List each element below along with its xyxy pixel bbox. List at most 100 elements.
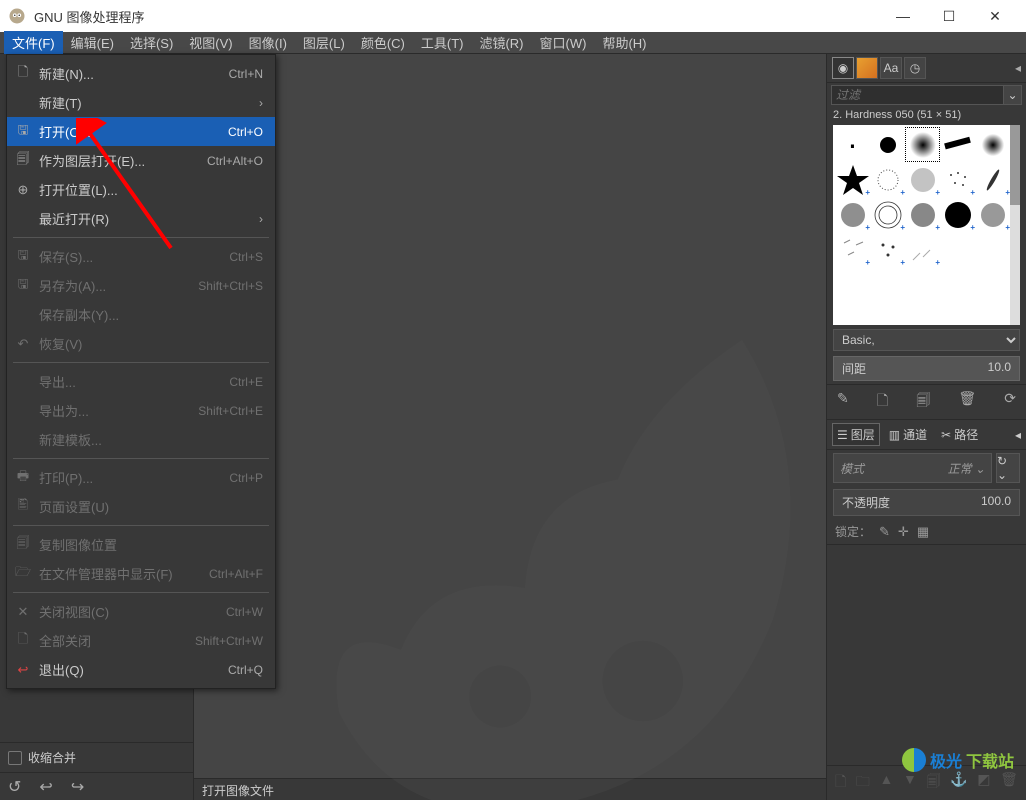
watermark-logo-icon	[902, 748, 926, 772]
menu-item-template[interactable]: 新建模板...	[7, 425, 275, 454]
new-layer-icon[interactable]: 🗋	[835, 771, 846, 795]
minimize-button[interactable]: —	[880, 0, 926, 32]
mask-icon[interactable]: ◩	[977, 771, 990, 795]
watermark-text-2: 下载站	[966, 748, 1014, 772]
lock-paint-icon[interactable]: ✎	[879, 524, 890, 540]
close-view-icon: ✕	[15, 604, 31, 620]
print-icon: 🖶	[15, 470, 31, 486]
window-title: GNU 图像处理程序	[34, 7, 145, 26]
close-all-icon: 🗋	[15, 633, 31, 649]
duplicate-brush-icon[interactable]: 🗐	[916, 390, 930, 414]
menu-file[interactable]: 文件(F)	[4, 31, 63, 54]
close-button[interactable]: ✕	[972, 0, 1018, 32]
reset-icon[interactable]: ↺	[8, 777, 21, 797]
canvas-area: 打开图像文件	[194, 54, 826, 800]
menu-layer[interactable]: 图层(L)	[295, 31, 353, 54]
merge-layer-icon[interactable]: ⚓	[950, 771, 967, 795]
opacity-label: 不透明度	[842, 494, 890, 511]
menu-filters[interactable]: 滤镜(R)	[471, 31, 531, 54]
new-file-icon: 🗋	[15, 66, 31, 82]
paths-tab[interactable]: ✂路径	[936, 423, 983, 446]
menu-separator	[13, 362, 269, 363]
fonts-tab[interactable]: Aa	[880, 57, 902, 79]
opacity-field[interactable]: 不透明度 100.0	[833, 489, 1020, 516]
menu-item-create[interactable]: 新建(T)›	[7, 88, 275, 117]
menu-item-export[interactable]: 导出...Ctrl+E	[7, 367, 275, 396]
menu-item-export-as[interactable]: 导出为...Shift+Ctrl+E	[7, 396, 275, 425]
new-brush-icon[interactable]: 🗋	[877, 390, 888, 414]
lock-move-icon[interactable]: ✛	[898, 524, 909, 540]
menu-item-close-view[interactable]: ✕关闭视图(C)Ctrl+W	[7, 597, 275, 626]
mode-reset-button[interactable]: ↻ ⌄	[996, 453, 1020, 483]
lock-alpha-icon[interactable]: ▦	[917, 524, 929, 540]
layers-tab[interactable]: ☰图层	[832, 423, 880, 446]
menu-view[interactable]: 视图(V)	[181, 31, 240, 54]
menu-item-save-as[interactable]: 🖫另存为(A)...Shift+Ctrl+S	[7, 271, 275, 300]
channels-tab[interactable]: ▥通道	[884, 423, 932, 446]
duplicate-layer-icon[interactable]: 🗐	[927, 771, 941, 795]
submenu-arrow-icon: ›	[259, 96, 263, 110]
open-as-layer-icon: 🗐	[15, 153, 31, 169]
menu-separator	[13, 458, 269, 459]
menu-item-open-location[interactable]: ⊕打开位置(L)...	[7, 175, 275, 204]
menu-item-recent[interactable]: 最近打开(R)›	[7, 204, 275, 233]
copy-location-icon: 🗐	[15, 537, 31, 553]
lower-layer-icon[interactable]: ▼	[903, 771, 917, 795]
filter-dropdown-icon[interactable]: ⌄	[1004, 85, 1022, 105]
watermark: 极光下载站	[902, 748, 1014, 772]
menu-item-save-copy[interactable]: 保存副本(Y)...	[7, 300, 275, 329]
menu-item-page-setup[interactable]: 🖺页面设置(U)	[7, 492, 275, 521]
menubar: 文件(F) 编辑(E) 选择(S) 视图(V) 图像(I) 图层(L) 颜色(C…	[0, 32, 1026, 54]
menu-edit[interactable]: 编辑(E)	[63, 31, 122, 54]
blend-mode-select[interactable]: 模式 正常 ⌄	[833, 453, 992, 483]
panel-menu-icon[interactable]: ◂	[1015, 61, 1021, 75]
menu-item-open-as-layer[interactable]: 🗐作为图层打开(E)...Ctrl+Alt+O	[7, 146, 275, 175]
show-in-fm-icon: 🗁	[15, 566, 31, 582]
new-group-icon[interactable]: 🗀	[856, 771, 870, 795]
shrink-merge-checkbox[interactable]	[8, 751, 22, 765]
menu-color[interactable]: 颜色(C)	[353, 31, 413, 54]
undo-icon[interactable]: ↩	[39, 777, 52, 797]
history-tab[interactable]: ◷	[904, 57, 926, 79]
spacing-field[interactable]: 间距 10.0	[833, 356, 1020, 381]
delete-brush-icon[interactable]: 🗑	[958, 390, 976, 414]
save-as-icon: 🖫	[15, 278, 31, 294]
menu-item-open[interactable]: 🖫打开(O)...Ctrl+O	[7, 117, 275, 146]
refresh-brush-icon[interactable]: ⟳	[1004, 390, 1016, 414]
save-icon: 🖫	[15, 249, 31, 265]
menu-image[interactable]: 图像(I)	[241, 31, 295, 54]
brushes-tab[interactable]: ◉	[832, 57, 854, 79]
brush-preset-select[interactable]: Basic,	[833, 329, 1020, 351]
menu-help[interactable]: 帮助(H)	[594, 31, 654, 54]
menu-item-save[interactable]: 🖫保存(S)...Ctrl+S	[7, 242, 275, 271]
menu-item-copy-location[interactable]: 🗐复制图像位置	[7, 530, 275, 559]
delete-layer-icon[interactable]: 🗑	[1000, 771, 1018, 795]
wilber-bg-icon	[246, 278, 826, 800]
brush-title: 2. Hardness 050 (51 × 51)	[827, 107, 1026, 123]
app-icon	[8, 7, 26, 25]
menu-item-print[interactable]: 🖶打印(P)...Ctrl+P	[7, 463, 275, 492]
maximize-button[interactable]: ☐	[926, 0, 972, 32]
layers-panel-menu-icon[interactable]: ◂	[1015, 428, 1021, 442]
menu-window[interactable]: 窗口(W)	[532, 31, 595, 54]
shrink-merge-row[interactable]: 收缩合并	[0, 742, 193, 772]
menu-item-show-in-fm[interactable]: 🗁在文件管理器中显示(F)Ctrl+Alt+F	[7, 559, 275, 588]
menu-select[interactable]: 选择(S)	[122, 31, 181, 54]
menu-tools[interactable]: 工具(T)	[413, 31, 472, 54]
redo-icon[interactable]: ↪	[71, 777, 84, 797]
spacing-value: 10.0	[988, 360, 1011, 377]
page-setup-icon: 🖺	[15, 499, 31, 515]
raise-layer-icon[interactable]: ▲	[880, 771, 894, 795]
menu-separator	[13, 237, 269, 238]
brush-filter-input[interactable]	[831, 85, 1004, 105]
menu-item-close-all[interactable]: 🗋全部关闭Shift+Ctrl+W	[7, 626, 275, 655]
brush-grid[interactable]: · + + + + + + + + + + + + +	[833, 125, 1020, 325]
menu-item-revert[interactable]: ↶恢复(V)	[7, 329, 275, 358]
brush-scrollbar[interactable]	[1010, 125, 1020, 325]
menu-separator	[13, 592, 269, 593]
menu-item-new[interactable]: 🗋新建(N)...Ctrl+N	[7, 59, 275, 88]
edit-brush-icon[interactable]: ✎	[837, 390, 849, 414]
patterns-tab[interactable]	[856, 57, 878, 79]
menu-item-quit[interactable]: ↩退出(Q)Ctrl+Q	[7, 655, 275, 684]
revert-icon: ↶	[15, 336, 31, 352]
